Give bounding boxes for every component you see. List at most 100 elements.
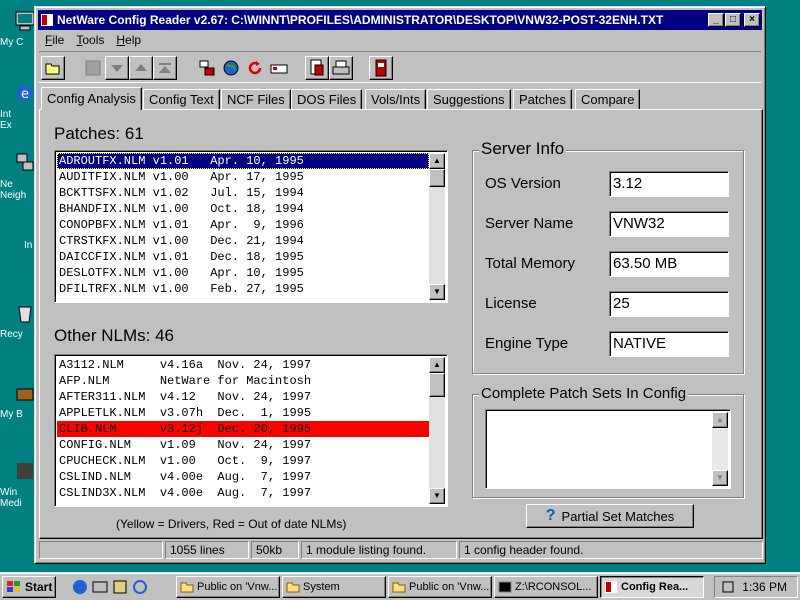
print-button[interactable] [329,56,353,80]
license-field[interactable]: 25 [609,291,729,317]
scroll-down-button[interactable]: ▼ [429,284,445,300]
ie-quicklaunch-icon[interactable] [72,579,88,595]
tab-config-text[interactable]: Config Text [143,89,220,109]
partial-set-matches-button[interactable]: ? Partial Set Matches [526,504,694,528]
channel-quicklaunch-icon[interactable] [132,579,148,595]
list-item[interactable]: AFP.NLM NetWare for Macintosh [57,373,429,389]
arrow-up-icon: ▲ [716,415,724,424]
desktop-icon-my-computer[interactable]: My C [0,10,35,48]
save-button[interactable] [81,56,105,80]
desktop-quicklaunch-icon[interactable] [92,579,108,595]
total-memory-field[interactable]: 63.50 MB [609,251,729,277]
taskbar-task-label: Public on 'Vnw... [409,581,490,593]
list-item[interactable]: DESLOTFX.NLM v1.00 Apr. 10, 1995 [57,265,429,281]
list-item[interactable]: CTRSTKFX.NLM v1.00 Dec. 21, 1994 [57,233,429,249]
list-item[interactable]: CONFIG.NLM v1.09 Nov. 24, 1997 [57,437,429,453]
taskbar-task-1[interactable]: System [282,576,386,598]
server-name-field[interactable]: VNW32 [609,211,729,237]
title-bar[interactable]: NetWare Config Reader v2.67: C:\WINNT\PR… [38,10,762,30]
taskbar-task-3[interactable]: Z:\RCONSOL... [494,576,598,598]
console-icon [498,581,512,593]
desktop-icon-my-briefcase[interactable]: My B [0,382,34,420]
nlms-heading: Other NLMs: 46 [54,326,174,345]
start-button[interactable]: Start [2,576,56,598]
outlook-quicklaunch-icon[interactable] [112,579,128,595]
tab-ncf-files[interactable]: NCF Files [221,89,291,109]
patch-sets-title: Complete Patch Sets In Config [479,385,689,402]
arrow-up-icon: ▲ [433,360,441,369]
tray-network-icon[interactable] [721,580,735,594]
scroll-up-button[interactable]: ▲ [429,357,445,373]
list-item-outdated[interactable]: CLIB.NLM v3.12j Dec. 20, 1995 [57,421,429,437]
nlms-scrollbar[interactable]: ▲ ▼ [429,357,445,504]
scroll-up-button[interactable]: ▲ [712,412,728,428]
menu-file-label: ile [52,33,65,47]
minimize-button[interactable]: _ [708,13,724,27]
refresh-button[interactable] [243,56,267,80]
clock[interactable]: 1:36 PM [742,580,787,594]
tab-suggestions[interactable]: Suggestions [427,89,511,109]
desktop-icon-inbox[interactable]: In [0,238,34,251]
list-item[interactable]: AUDITFIX.NLM v1.00 Apr. 17, 1995 [57,169,429,185]
scroll-thumb[interactable] [429,169,445,187]
list-item[interactable]: BHANDFIX.NLM v1.00 Oct. 18, 1994 [57,201,429,217]
menu-tools[interactable]: Tools [70,31,110,49]
list-item[interactable]: BCKTTSFX.NLM v1.02 Jul. 15, 1994 [57,185,429,201]
previous-button[interactable] [129,56,153,80]
server-button[interactable] [195,56,219,80]
list-item[interactable]: A3112.NLM v4.16a Nov. 24, 1997 [57,357,429,373]
scroll-down-button[interactable]: ▼ [712,470,728,486]
patch-sets-list[interactable]: ▲ ▼ [485,409,731,489]
taskbar-task-4[interactable]: Config Rea... [600,576,704,598]
computer-icon [15,11,35,31]
engine-type-field[interactable]: NATIVE [609,331,729,357]
nlms-list[interactable]: A3112.NLM v4.16a Nov. 24, 1997 AFP.NLM Ne… [54,354,448,507]
scroll-thumb[interactable] [429,373,445,397]
open-button[interactable] [41,56,65,80]
menu-help[interactable]: Help [110,31,147,49]
list-item[interactable]: DFILTRFX.NLM v1.00 Feb. 27, 1995 [57,281,429,297]
patches-list[interactable]: ADROUTFX.NLM v1.01 Apr. 10, 1995 AUDITFIX… [54,150,448,303]
os-version-field[interactable]: 3.12 [609,171,729,197]
scroll-down-button[interactable]: ▼ [429,488,445,504]
maximize-button[interactable]: □ [725,13,741,27]
menu-help-accel: H [116,33,126,47]
list-item[interactable]: ADROUTFX.NLM v1.01 Apr. 10, 1995 [57,153,429,169]
taskbar-task-label: System [303,581,340,593]
tab-config-analysis[interactable]: Config Analysis [41,87,142,110]
list-item[interactable]: APPLETLK.NLM v3.07h Dec. 1, 1995 [57,405,429,421]
taskbar-task-2[interactable]: Public on 'Vnw... [388,576,492,598]
list-item[interactable]: CPUCHECK.NLM v1.00 Oct. 9, 1997 [57,453,429,469]
tab-vols-ints[interactable]: Vols/Ints [365,89,427,109]
list-item[interactable]: CSLIND.NLM v4.00e Aug. 7, 1997 [57,469,429,485]
app-icon[interactable] [40,13,54,27]
taskbar-task-0[interactable]: Public on 'Vnw... [176,576,280,598]
system-tray: 1:36 PM [714,576,798,598]
patch-sets-scrollbar[interactable]: ▲ ▼ [712,412,728,486]
desktop-icon-recycle-bin[interactable]: Recy [0,302,34,340]
desktop-icon-internet-explorer[interactable]: e Int Ex [0,82,34,131]
desktop-icon-windows-media[interactable]: Win Medi [0,460,34,509]
up-arrow-icon [135,64,147,71]
internet-button[interactable] [219,56,243,80]
patches-scrollbar[interactable]: ▲ ▼ [429,153,445,300]
first-button[interactable] [153,56,177,80]
report-icon [310,59,324,76]
folder-icon [392,582,406,593]
list-item[interactable]: CSLIND3X.NLM v4.00e Aug. 7, 1997 [57,485,429,501]
list-item[interactable]: DAICCFIX.NLM v1.01 Dec. 18, 1995 [57,249,429,265]
tab-patches[interactable]: Patches [513,89,572,109]
next-button[interactable] [105,56,129,80]
list-item[interactable]: CONOPBFX.NLM v1.01 Apr. 9, 1996 [57,217,429,233]
tab-dos-files[interactable]: DOS Files [291,89,363,109]
desktop-icon-network-neighborhood[interactable]: Ne Neigh [0,152,34,201]
list-item[interactable]: AFTER311.NLM v4.12 Nov. 24, 1997 [57,389,429,405]
network-button[interactable] [267,56,291,80]
report-button[interactable] [305,56,329,80]
menu-bar: File Tools Help [39,31,147,49]
exit-button[interactable] [369,56,393,80]
menu-file[interactable]: File [39,31,70,49]
close-button[interactable]: × [744,13,760,27]
scroll-up-button[interactable]: ▲ [429,153,445,169]
tab-compare[interactable]: Compare [575,89,641,109]
